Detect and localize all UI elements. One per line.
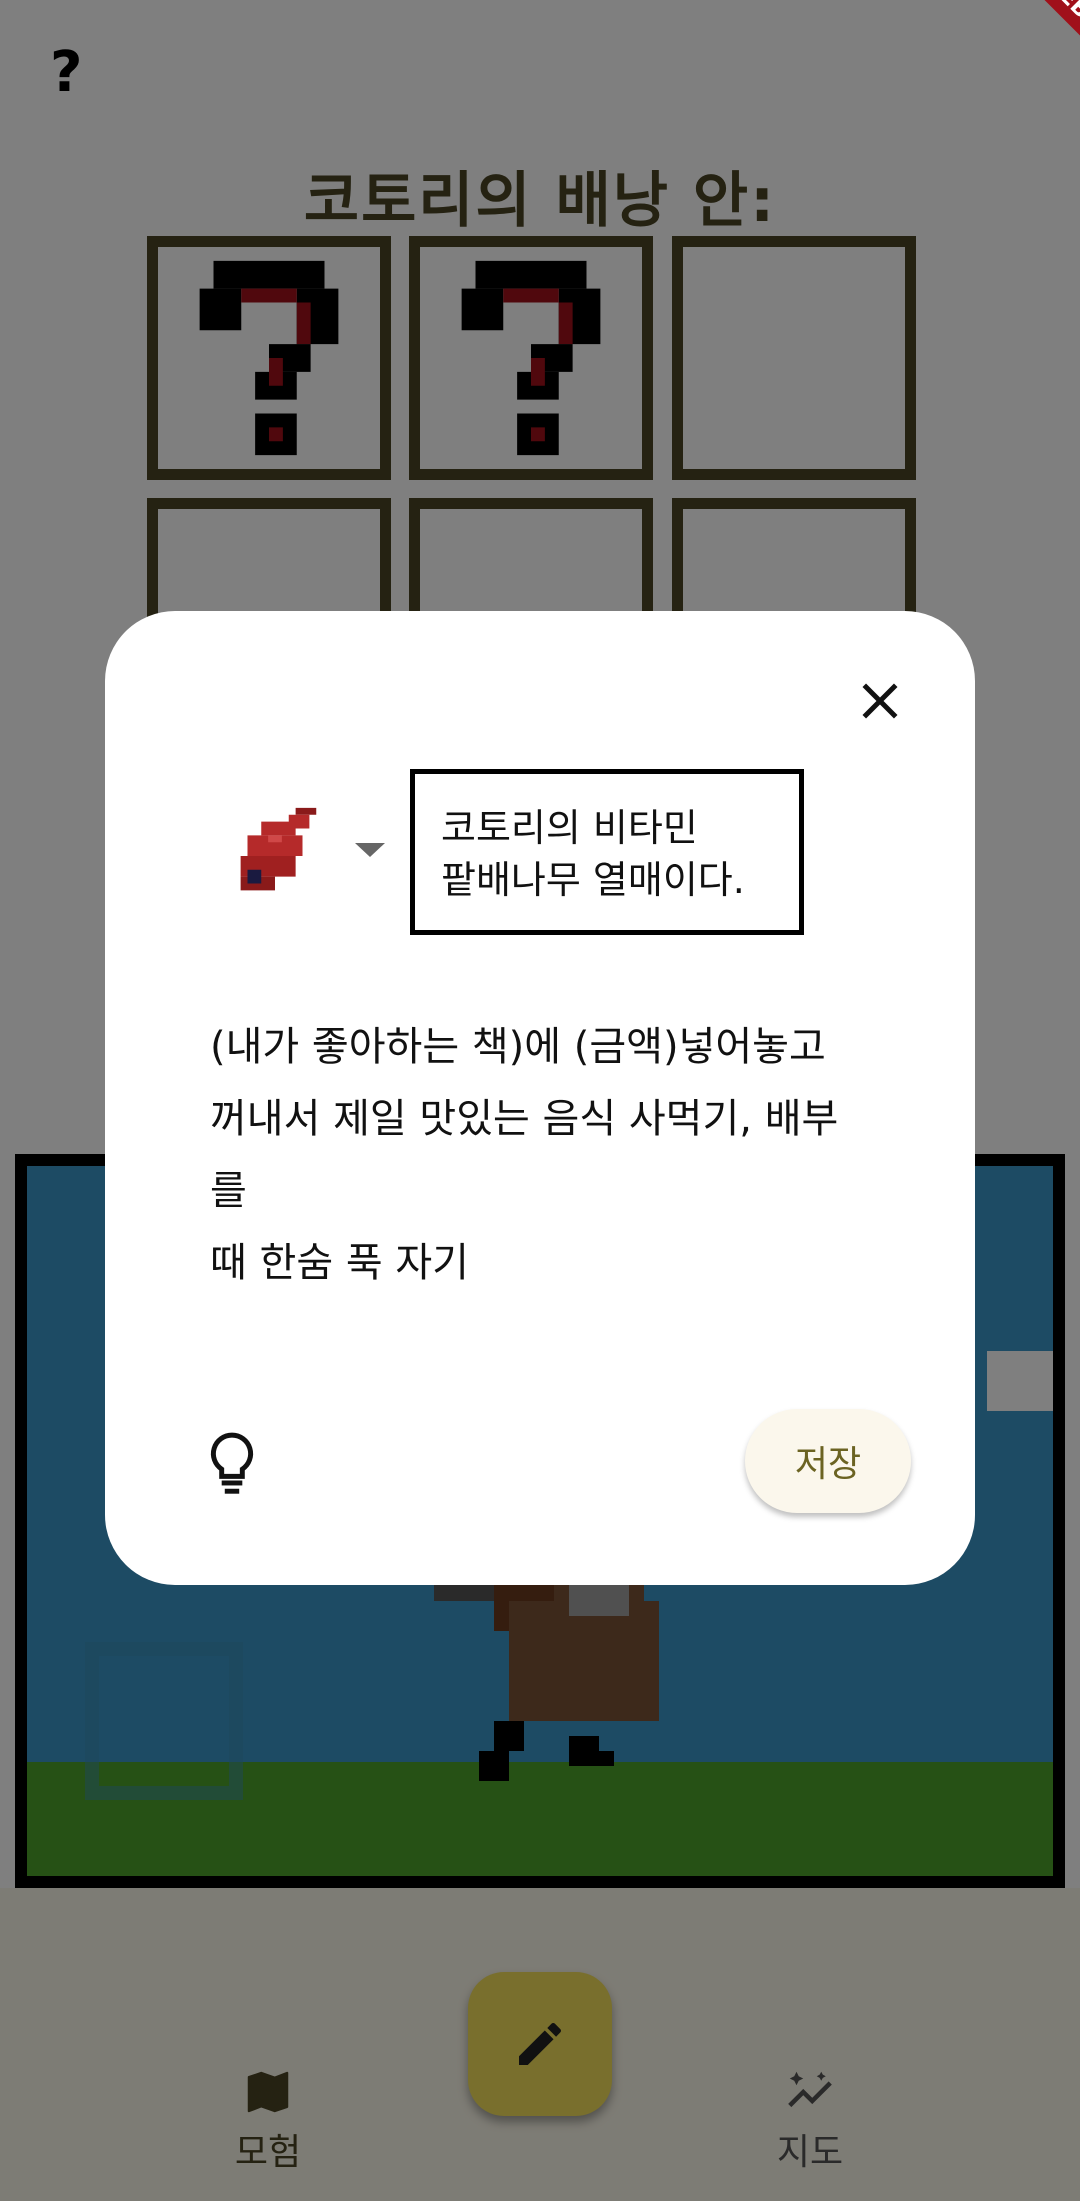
chevron-down-icon[interactable] xyxy=(355,843,385,857)
save-button[interactable]: 저장 xyxy=(745,1409,911,1513)
item-dialog: 코토리의 비타민 팥배나무 열매이다. (내가 좋아하는 책)에 (금액)넣어놓… xyxy=(105,611,975,1585)
item-description: 코토리의 비타민 팥배나무 열매이다. xyxy=(410,769,804,935)
note-text[interactable]: (내가 좋아하는 책)에 (금액)넣어놓고 꺼내서 제일 맛있는 음식 사먹기,… xyxy=(210,1011,870,1299)
close-icon[interactable] xyxy=(850,671,910,731)
meat-icon[interactable] xyxy=(220,801,330,911)
item-description-text: 코토리의 비타민 팥배나무 열매이다. xyxy=(441,806,745,902)
lightbulb-icon[interactable] xyxy=(207,1431,257,1497)
